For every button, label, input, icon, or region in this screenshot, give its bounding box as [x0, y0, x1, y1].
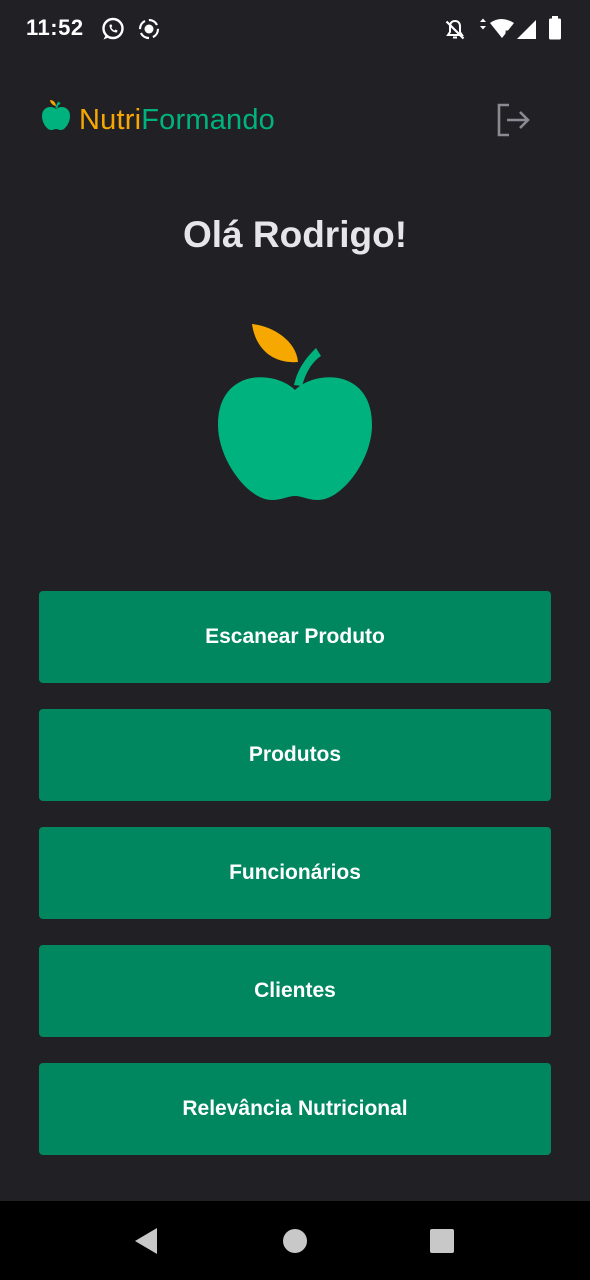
brand-name-part2: Formando: [141, 104, 276, 136]
apple-illustration-icon: [210, 320, 380, 510]
app-header: NutriFormando: [0, 90, 590, 150]
employees-button[interactable]: Funcionários: [39, 827, 551, 919]
wifi-icon: 5: [476, 18, 518, 47]
scan-product-button[interactable]: Escanear Produto: [39, 591, 551, 683]
products-button[interactable]: Produtos: [39, 709, 551, 801]
home-circle-icon[interactable]: [282, 1228, 308, 1259]
brand-name-part1: Nutri: [79, 104, 142, 136]
status-bar: 11:52 5: [0, 0, 590, 58]
nutritional-relevance-button[interactable]: Relevância Nutricional: [39, 1063, 551, 1155]
whatsapp-icon: [100, 16, 126, 47]
greeting-title: Olá Rodrigo!: [182, 214, 408, 255]
recents-square-icon[interactable]: [429, 1228, 455, 1259]
home-screen: 11:52 5 NutriFormando Olá Rodrigo! Escan…: [0, 0, 590, 1280]
signal-icon: [516, 19, 538, 46]
brand-name: NutriFormando: [79, 104, 275, 137]
status-time: 11:52: [26, 15, 84, 40]
logout-button[interactable]: [492, 96, 534, 138]
clients-button[interactable]: Clientes: [39, 945, 551, 1037]
svg-text:5: 5: [505, 29, 510, 39]
apple-logo-icon: [40, 98, 72, 137]
logout-icon: [497, 103, 530, 137]
notifications-off-icon: [443, 18, 467, 47]
back-triangle-icon[interactable]: [133, 1227, 159, 1260]
system-navigation-bar: [0, 1201, 590, 1280]
screen-record-icon: [137, 17, 161, 46]
battery-icon: [548, 16, 562, 45]
